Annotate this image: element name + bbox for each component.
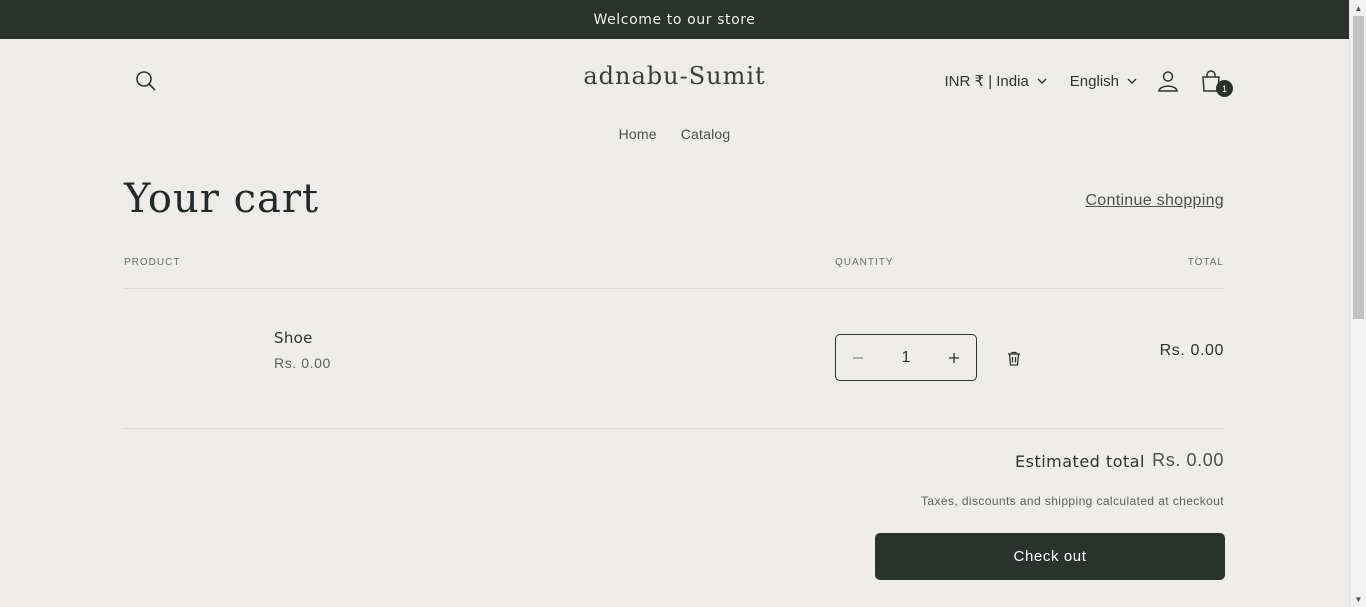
quantity-input[interactable]	[886, 348, 926, 367]
chevron-down-icon	[1127, 78, 1137, 84]
divider	[124, 288, 1224, 289]
estimated-total-value: Rs. 0.00	[1152, 450, 1224, 470]
item-price: Rs. 0.00	[274, 355, 331, 371]
item-name[interactable]: Shoe	[274, 329, 313, 347]
page-scrollbar[interactable]: ▲ ▼	[1349, 0, 1366, 607]
announcement-bar: Welcome to our store	[0, 0, 1349, 39]
continue-shopping-link[interactable]: Continue shopping	[1085, 192, 1224, 210]
column-header-quantity: QUANTITY	[835, 257, 894, 268]
main-nav: Home Catalog	[0, 126, 1349, 142]
page-title: Your cart	[124, 176, 320, 222]
column-header-total: TOTAL	[1187, 257, 1224, 268]
country-selector-label: INR ₹ | India	[944, 73, 1029, 90]
scroll-up-arrow-icon[interactable]: ▲	[1350, 0, 1366, 16]
column-header-product: PRODUCT	[124, 257, 181, 268]
language-selector-label: English	[1069, 72, 1119, 90]
increase-quantity-button[interactable]	[932, 335, 976, 380]
nav-item-home[interactable]: Home	[619, 126, 657, 142]
decrease-quantity-button[interactable]	[836, 335, 880, 380]
chevron-down-icon	[1037, 78, 1047, 84]
country-selector[interactable]: INR ₹ | India	[944, 72, 1047, 90]
language-selector[interactable]: English	[1070, 73, 1137, 90]
scroll-down-arrow-icon[interactable]: ▼	[1350, 591, 1366, 607]
remove-item-button[interactable]	[1006, 350, 1022, 367]
nav-item-catalog[interactable]: Catalog	[681, 126, 731, 142]
header-utilities: INR ₹ | India English 1	[944, 68, 1233, 97]
checkout-button[interactable]: Check out	[875, 533, 1225, 580]
cart-count-badge: 1	[1216, 80, 1233, 97]
tax-note: Taxes, discounts and shipping calculated…	[921, 494, 1224, 508]
plus-icon	[949, 352, 959, 363]
announcement-text: Welcome to our store	[593, 11, 756, 28]
estimated-total-label: Estimated total	[1015, 452, 1145, 471]
divider	[124, 428, 1224, 429]
account-icon[interactable]	[1155, 68, 1181, 94]
item-line-total: Rs. 0.00	[1159, 342, 1224, 359]
minus-icon	[853, 356, 863, 359]
scrollbar-thumb[interactable]	[1353, 16, 1364, 319]
cart-button[interactable]: 1	[1198, 68, 1233, 97]
trash-icon	[1008, 351, 1020, 366]
quantity-stepper	[835, 334, 977, 381]
